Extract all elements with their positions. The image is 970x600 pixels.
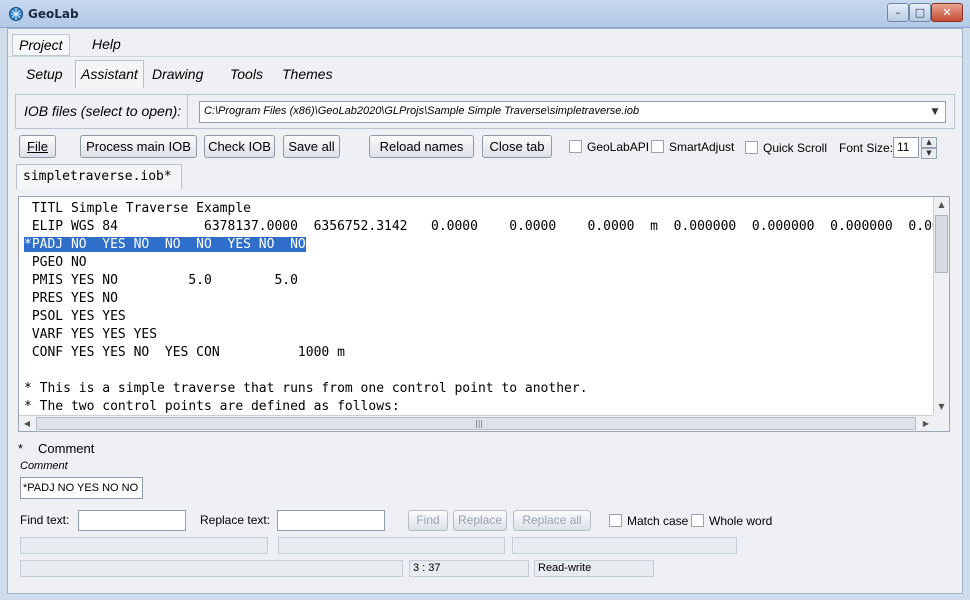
quick-scroll-checkbox[interactable]: Quick Scroll bbox=[745, 141, 827, 157]
tab-assistant[interactable]: Assistant bbox=[75, 60, 144, 88]
editor-line[interactable]: ELIP WGS 84 6378137.0000 6356752.3142 0.… bbox=[19, 218, 934, 236]
geolabapi-label: GeoLabAPI bbox=[587, 140, 650, 154]
editor-line[interactable]: VARF YES YES YES bbox=[19, 326, 934, 344]
tab-setup[interactable]: Setup bbox=[22, 63, 67, 85]
checkbox-icon[interactable] bbox=[651, 140, 664, 153]
save-all-button[interactable]: Save all bbox=[283, 135, 340, 158]
menu-help[interactable]: Help bbox=[86, 34, 127, 54]
scroll-corner bbox=[933, 415, 949, 431]
editor-line[interactable] bbox=[19, 362, 934, 380]
editor-line[interactable]: PGEO NO bbox=[19, 254, 934, 272]
comment-title: Comment bbox=[38, 441, 95, 456]
replace-text-label: Replace text: bbox=[200, 513, 271, 527]
comment-label: Comment bbox=[20, 460, 68, 472]
main-tabs: Setup Assistant Drawing Tools Themes bbox=[8, 59, 962, 89]
editor-line[interactable]: * This is a simple traverse that runs fr… bbox=[19, 380, 934, 398]
scroll-left-icon[interactable]: ◀ bbox=[19, 416, 35, 431]
editor-text-area[interactable]: TITL Simple Traverse Example ELIP WGS 84… bbox=[19, 200, 934, 416]
iob-file-select[interactable]: C:\Program Files (x86)\GeoLab2020\GLProj… bbox=[199, 101, 946, 123]
scroll-grip-icon: ||| bbox=[475, 419, 484, 428]
reload-names-button[interactable]: Reload names bbox=[369, 135, 474, 158]
match-case-label: Match case bbox=[627, 514, 689, 528]
font-size-input[interactable]: 11 bbox=[893, 137, 919, 158]
iob-file-row: IOB files (select to open): C:\Program F… bbox=[15, 94, 955, 129]
editor-line[interactable]: PRES YES NO bbox=[19, 290, 934, 308]
status-message bbox=[20, 560, 403, 577]
tab-drawing[interactable]: Drawing bbox=[148, 63, 207, 85]
close-window-button[interactable]: ✕ bbox=[931, 3, 963, 22]
comment-input[interactable]: *PADJ NO YES NO NO bbox=[20, 477, 143, 499]
font-size-label: Font Size: bbox=[839, 141, 894, 155]
checkbox-icon[interactable] bbox=[691, 514, 704, 527]
status-field bbox=[278, 537, 505, 554]
editor-line[interactable]: CONF YES YES NO YES CON 1000 m bbox=[19, 344, 934, 362]
scroll-up-icon[interactable]: ▲ bbox=[934, 197, 949, 213]
scroll-right-icon[interactable]: ▶ bbox=[918, 416, 934, 431]
smartadjust-checkbox[interactable]: SmartAdjust bbox=[651, 140, 734, 156]
scroll-down-icon[interactable]: ▼ bbox=[934, 399, 949, 415]
whole-word-checkbox[interactable]: Whole word bbox=[691, 514, 772, 530]
quick-scroll-label: Quick Scroll bbox=[763, 141, 828, 155]
dropdown-arrow-icon[interactable]: ▼ bbox=[925, 102, 945, 122]
checkbox-icon[interactable] bbox=[609, 514, 622, 527]
progress-bar bbox=[20, 537, 268, 554]
horizontal-scrollbar[interactable]: ◀ ||| ▶ bbox=[19, 415, 934, 431]
cursor-position: 3 : 37 bbox=[409, 560, 529, 577]
selected-text[interactable]: *PADJ NO YES NO NO NO YES NO NO bbox=[24, 237, 306, 252]
find-button[interactable]: Find bbox=[408, 510, 448, 531]
comment-modified-marker: * bbox=[18, 441, 24, 456]
font-size-down-icon[interactable]: ▼ bbox=[921, 148, 937, 159]
window-title: GeoLab bbox=[28, 7, 79, 21]
vertical-scrollbar[interactable]: ▲ ▼ bbox=[933, 197, 949, 415]
doc-tab-simpletraverse[interactable]: simpletraverse.iob* bbox=[16, 164, 182, 189]
checkbox-icon[interactable] bbox=[569, 140, 582, 153]
geolabapi-checkbox[interactable]: GeoLabAPI bbox=[569, 140, 649, 156]
tab-themes[interactable]: Themes bbox=[278, 63, 337, 85]
smartadjust-label: SmartAdjust bbox=[669, 140, 735, 154]
find-text-label: Find text: bbox=[20, 513, 70, 527]
font-size-up-icon[interactable]: ▲ bbox=[921, 137, 937, 148]
iob-files-label: IOB files (select to open): bbox=[16, 95, 188, 128]
horizontal-scroll-thumb[interactable]: ||| bbox=[36, 417, 916, 430]
checkbox-icon[interactable] bbox=[745, 141, 758, 154]
menu-bar: Project Help bbox=[8, 29, 962, 57]
minimize-button[interactable]: – bbox=[887, 3, 909, 22]
editor-line[interactable]: * The two control points are defined as … bbox=[19, 398, 934, 416]
vertical-scroll-thumb[interactable] bbox=[935, 215, 948, 273]
tab-tools[interactable]: Tools bbox=[226, 63, 267, 85]
editor-line[interactable]: PSOL YES YES bbox=[19, 308, 934, 326]
maximize-button[interactable]: □ bbox=[909, 3, 931, 22]
editor-line-selected[interactable]: *PADJ NO YES NO NO NO YES NO NO bbox=[19, 236, 934, 254]
status-field bbox=[512, 537, 737, 554]
process-main-iob-button[interactable]: Process main IOB bbox=[80, 135, 197, 158]
iob-file-path: C:\Program Files (x86)\GeoLab2020\GLProj… bbox=[204, 105, 640, 117]
iob-editor[interactable]: TITL Simple Traverse Example ELIP WGS 84… bbox=[18, 196, 950, 432]
find-text-input[interactable] bbox=[78, 510, 186, 531]
match-case-checkbox[interactable]: Match case bbox=[609, 514, 688, 530]
replace-button[interactable]: Replace bbox=[453, 510, 507, 531]
replace-all-button[interactable]: Replace all bbox=[513, 510, 591, 531]
replace-text-input[interactable] bbox=[277, 510, 385, 531]
editor-line[interactable]: TITL Simple Traverse Example bbox=[19, 200, 934, 218]
whole-word-label: Whole word bbox=[709, 514, 773, 528]
close-tab-button[interactable]: Close tab bbox=[482, 135, 552, 158]
edit-mode: Read-write bbox=[534, 560, 654, 577]
menu-project[interactable]: Project bbox=[12, 34, 70, 56]
editor-line[interactable]: PMIS YES NO 5.0 5.0 bbox=[19, 272, 934, 290]
main-window: Project Help Setup Assistant Drawing Too… bbox=[7, 28, 963, 594]
file-button[interactable]: File bbox=[19, 135, 56, 158]
title-bar: GeoLab – □ ✕ bbox=[0, 0, 970, 28]
check-iob-button[interactable]: Check IOB bbox=[204, 135, 275, 158]
geolab-logo-icon bbox=[9, 7, 23, 21]
